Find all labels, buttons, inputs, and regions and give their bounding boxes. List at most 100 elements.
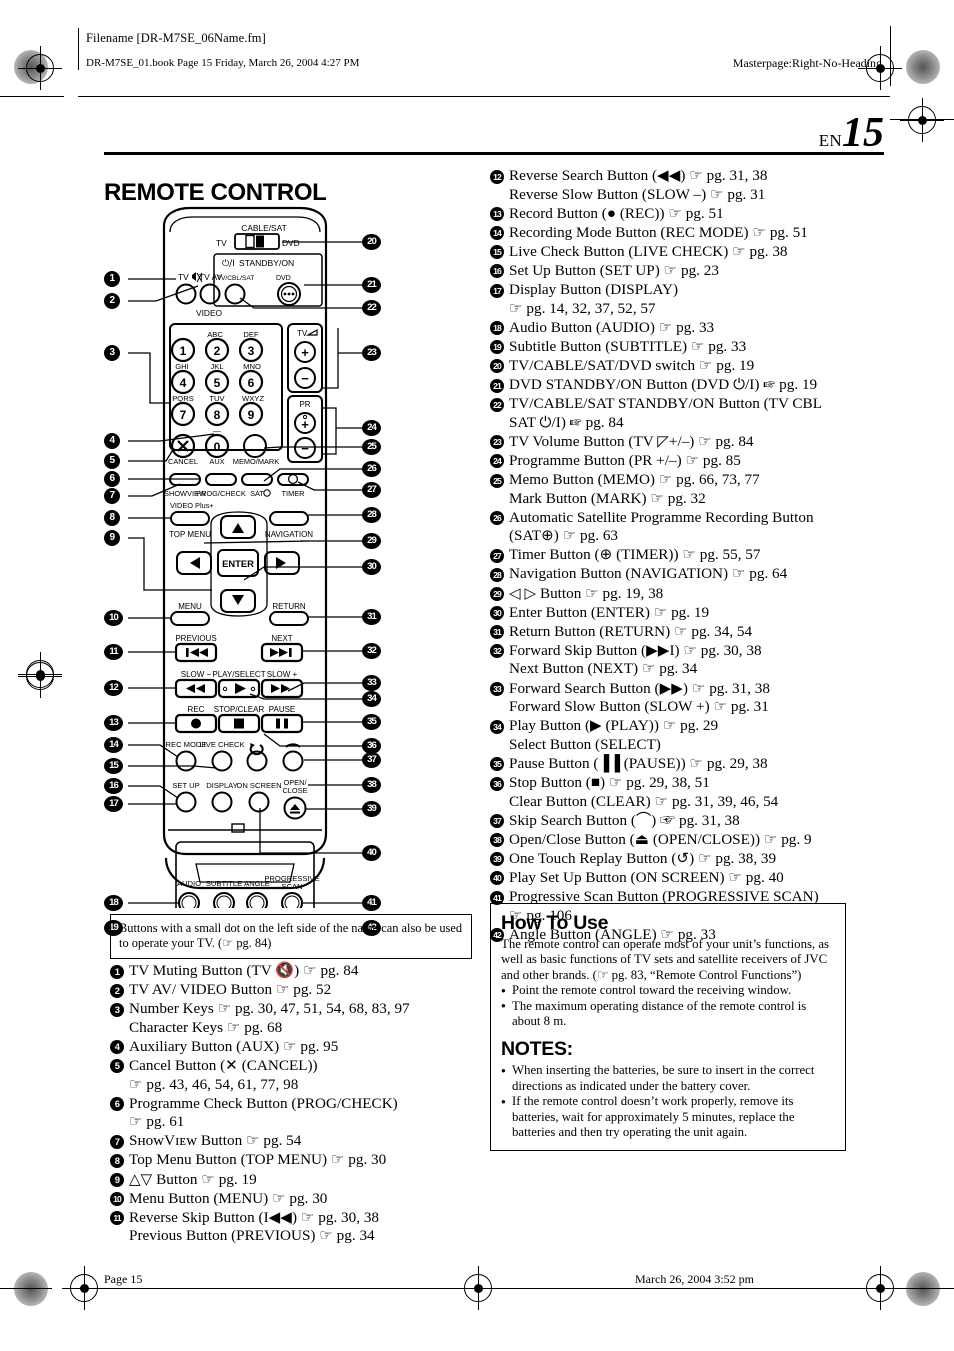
list-item-number: 29	[490, 587, 504, 602]
label-aux: AUX	[209, 457, 224, 466]
list-item-number: 27	[490, 548, 504, 563]
list-item-label: Audio Button (AUDIO) ☞ pg. 33	[509, 318, 715, 336]
trim-rule-page-top	[78, 96, 890, 97]
list-item-number: 18	[490, 321, 504, 336]
list-item-sublabel: Mark Button (MARK) ☞ pg. 32	[509, 489, 706, 507]
list-item-number: 1	[110, 964, 124, 979]
callout-6: 6	[104, 471, 120, 487]
list-item-label: SʜᴏᴡVɪᴇᴡ Button ☞ pg. 54	[129, 1132, 302, 1150]
button-pause	[260, 713, 304, 734]
list-item-label: Programme Check Button (PROG/CHECK)	[129, 1094, 398, 1112]
list-item-number: 31	[490, 625, 504, 640]
trim-line-bottom-left	[0, 1288, 52, 1289]
list-item-sublabel: Clear Button (CLEAR) ☞ pg. 31, 39, 46, 5…	[509, 792, 779, 810]
list-item: 27 Timer Button (⊕ (TIMER)) ☞ pg. 55, 57	[490, 546, 854, 565]
svg-text:−: −	[301, 441, 309, 456]
callout-24: 24	[362, 420, 381, 436]
list-item: 7 SʜᴏᴡVɪᴇᴡ Button ☞ pg. 54	[110, 1132, 488, 1151]
label-navigation: NAVIGATION	[265, 530, 313, 539]
registration-mark-center-left	[18, 652, 62, 696]
list-item-label: Stop Button (■) ☞ pg. 29, 38, 51	[509, 774, 710, 791]
callout-40: 40	[362, 845, 381, 861]
list-item: 36 Stop Button (■) ☞ pg. 29, 38, 51 Clear …	[490, 774, 854, 811]
label-cancel: CANCEL	[168, 457, 198, 466]
list-item: 32 Forward Skip Button (▶▶I) ☞ pg. 30, 38…	[490, 642, 854, 679]
volume-icon	[305, 328, 318, 336]
label-enter: ENTER	[222, 558, 254, 569]
list-item-sublabel: ☞ pg. 14, 32, 37, 52, 57	[509, 299, 656, 317]
list-item-number: 34	[490, 719, 504, 734]
callout-26: 26	[362, 461, 381, 477]
footer-page-label: Page 15	[104, 1272, 143, 1286]
list-item-sublabel: Next Button (NEXT) ☞ pg. 34	[509, 660, 698, 678]
list-item: 15 Live Check Button (LIVE CHECK) ☞ pg. 3…	[490, 243, 854, 262]
list-item: 21 DVD STANDBY/ON Button (DVD ⏻/I) ☞ pg. …	[490, 376, 854, 395]
button-memo-mark	[243, 434, 267, 458]
how-to-use-bullet: Point the remote control toward the rece…	[501, 983, 835, 999]
list-item-label: TV/CABLE/SAT/DVD switch ☞ pg. 19	[509, 356, 755, 374]
list-item-number: 6	[110, 1097, 124, 1112]
list-item-sublabel: Select Button (SELECT)	[509, 735, 661, 753]
list-item-label: Play Button (▶ (PLAY)) ☞ pg. 29	[509, 717, 719, 735]
list-item-number: 26	[490, 511, 504, 526]
list-item-number: 33	[490, 682, 504, 697]
list-item-number: 8	[110, 1153, 124, 1168]
list-item-label: Navigation Button (NAVIGATION) ☞ pg. 64	[509, 565, 788, 583]
list-item-label: Skip Search Button (⌒) ☞ pg. 31, 38	[509, 811, 740, 829]
label-menu: MENU	[178, 602, 202, 611]
list-item: 5 Cancel Button (✕ (CANCEL)) ☞ pg. 43, 46,…	[110, 1057, 488, 1094]
list-item: 34 Play Button (▶ (PLAY)) ☞ pg. 29 Select …	[490, 717, 854, 754]
label-prog-check: PROG/CHECK	[196, 489, 246, 498]
label-previous: PREVIOUS	[175, 634, 216, 643]
label-tv-av: TV AV	[199, 272, 223, 282]
button-open-close	[283, 796, 307, 820]
filename-rule	[78, 28, 79, 70]
trim-rule-page-bottom	[78, 1288, 890, 1289]
callout-22: 22	[362, 300, 381, 316]
label-video-plus: VIDEO Plus+	[170, 501, 214, 510]
list-item: 24 Programme Button (PR +/–) ☞ pg. 85	[490, 452, 854, 471]
filename-label: Filename [DR-M7SE_06Name.fm]	[86, 31, 266, 45]
key-9: 9	[248, 408, 255, 422]
list-item: 19 Subtitle Button (SUBTITLE) ☞ pg. 33	[490, 338, 854, 357]
list-item-label: Number Keys ☞ pg. 30, 47, 51, 54, 68, 83…	[129, 1000, 410, 1018]
list-item: 30 Enter Button (ENTER) ☞ pg. 19	[490, 604, 854, 623]
callout-8: 8	[104, 510, 120, 526]
tv-cable-sat-dvd-switch	[234, 233, 280, 250]
label-play-select: PLAY/SELECT	[212, 670, 265, 679]
list-item-sublabel: ☞ pg. 61	[129, 1113, 185, 1131]
list-item-label: Set Up Button (SET UP) ☞ pg. 23	[509, 261, 719, 279]
callout-3: 3	[104, 345, 120, 361]
list-item: 39 One Touch Replay Button (↺) ☞ pg. 38, …	[490, 850, 854, 869]
how-to-use-bullet: The maximum operating distance of the re…	[501, 998, 835, 1030]
list-item: 20 TV/CABLE/SAT/DVD switch ☞ pg. 19	[490, 357, 854, 376]
list-item: 25 Memo Button (MEMO) ☞ pg. 66, 73, 77 Mar…	[490, 471, 854, 508]
list-item-number: 40	[490, 871, 504, 886]
list-item-label: Programme Button (PR +/–) ☞ pg. 85	[509, 451, 741, 469]
key-5: 5	[214, 376, 221, 390]
label-jkl: JKL	[210, 362, 223, 371]
label-pqrs: PQRS	[172, 394, 194, 403]
button-display	[211, 791, 233, 813]
label-slow-minus: SLOW −	[181, 670, 212, 679]
label-scan: SCAN	[281, 882, 302, 891]
label-zero-bar: —	[213, 427, 221, 436]
label-subtitle: SUBTITLE	[206, 879, 242, 888]
left-arrow-icon	[190, 557, 200, 569]
list-item: 6 Programme Check Button (PROG/CHECK) ☞ pg…	[110, 1095, 488, 1132]
callout-20: 20	[362, 234, 381, 250]
remote-button-list-left: 1 TV Muting Button (TV 🔇) ☞ pg. 84 2 TV AV/…	[110, 962, 488, 1246]
forward-search-icon	[271, 684, 290, 693]
halftone-patch-top-right	[906, 50, 940, 84]
list-item-label: Automatic Satellite Programme Recording …	[509, 508, 814, 526]
label-video: VIDEO	[196, 308, 223, 318]
callout-10: 10	[104, 610, 123, 626]
label-on-screen: ON SCREEN	[236, 781, 281, 790]
notes-title: NOTES:	[501, 1038, 573, 1061]
list-item-sublabel: Character Keys ☞ pg. 68	[129, 1018, 283, 1036]
callout-4: 4	[104, 433, 120, 449]
callout-7: 7	[104, 488, 120, 504]
label-rec: REC	[188, 705, 205, 714]
button-set-up	[175, 791, 197, 813]
callout-14: 14	[104, 737, 123, 753]
